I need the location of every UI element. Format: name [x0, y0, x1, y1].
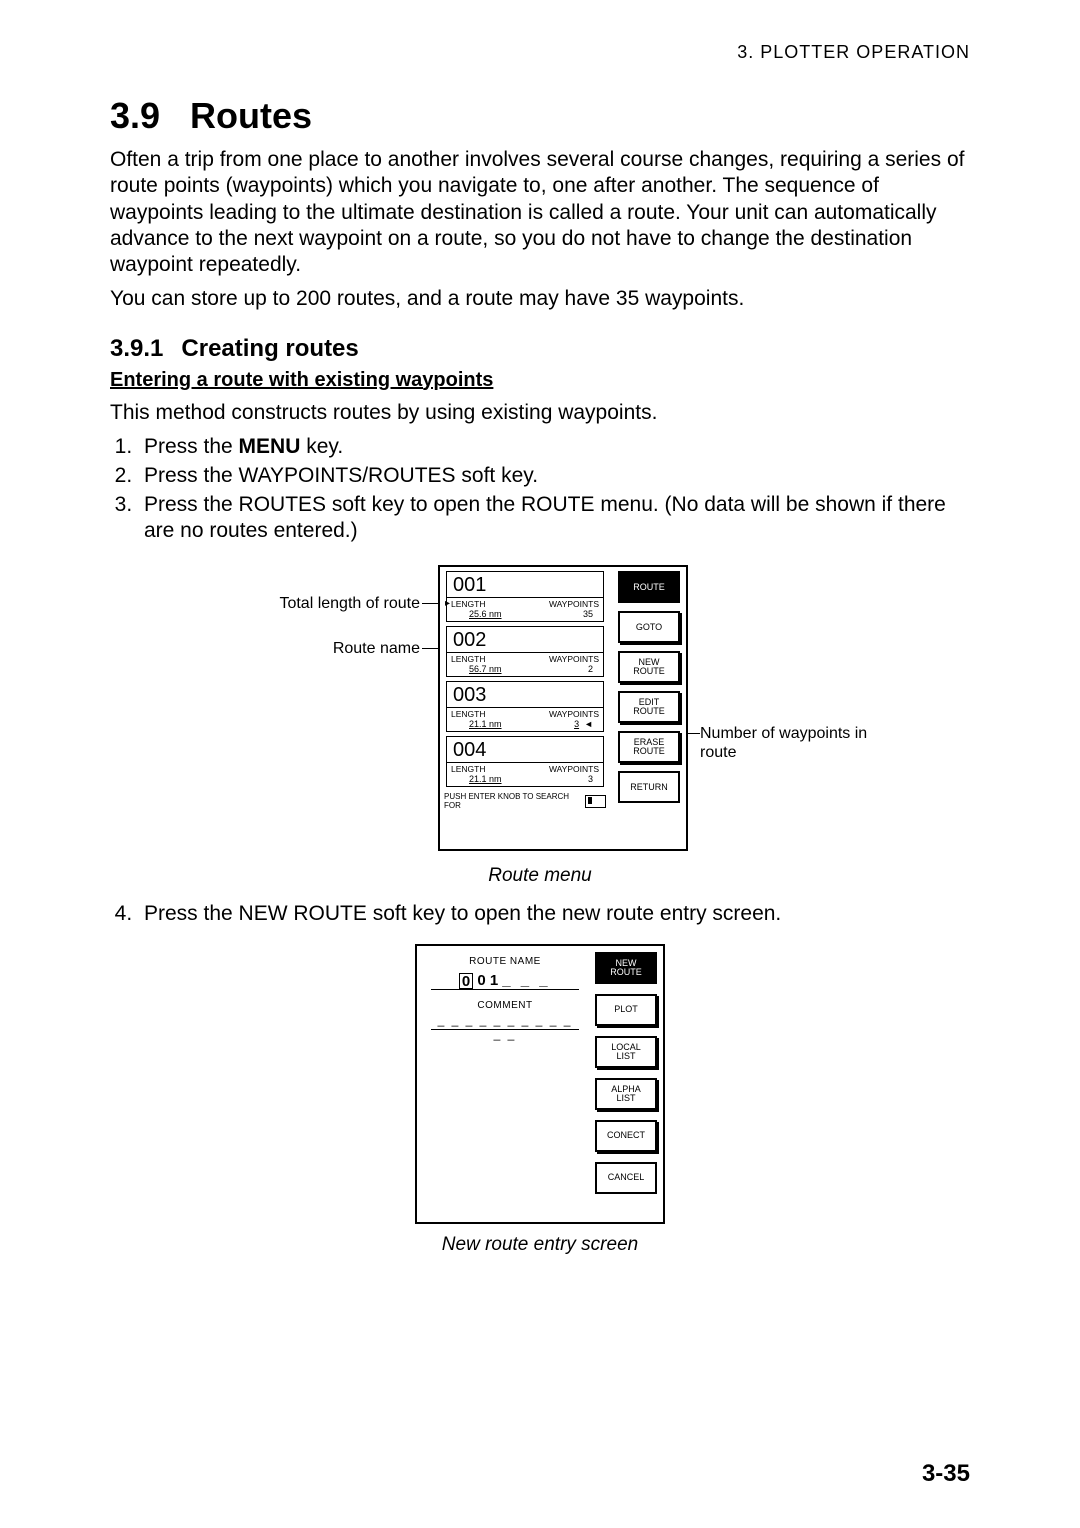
route-card: 003 LENGTH WAYPOINTS 21.1 nm 3 ◄ — [446, 681, 604, 732]
softkey-header-route: ROUTE — [618, 571, 680, 603]
new-route-entry-screen: ROUTE NAME 0 1 _ _ _ COMMENT _ _ _ _ _ _… — [415, 944, 665, 1224]
route-name-input[interactable]: 0 1 _ _ _ — [431, 969, 579, 990]
cursor-icon — [459, 973, 473, 989]
subsection-subhead: Entering a route with existing waypoints — [110, 369, 970, 392]
steps-list-cont: Press the NEW ROUTE soft key to open the… — [110, 901, 970, 928]
step-item: Press the ROUTES soft key to open the RO… — [138, 492, 970, 546]
subsection-number: 3.9.1 — [110, 335, 163, 362]
subsection-title: Creating routes — [181, 335, 358, 362]
softkey-erase-route[interactable]: ERASE ROUTE — [618, 731, 680, 763]
softkey-new-route[interactable]: NEW ROUTE — [618, 651, 680, 683]
subsection-heading: 3.9.1 Creating routes — [110, 335, 970, 363]
step-item: Press the MENU key. — [138, 434, 970, 461]
page-number: 3-35 — [922, 1460, 970, 1488]
route-name-field: 004 — [447, 737, 603, 763]
softkey-local-list[interactable]: LOCAL LIST — [595, 1036, 657, 1068]
route-card: 001 ▸ LENGTH WAYPOINTS 25.6 nm 35 — [446, 571, 604, 622]
softkey-cancel[interactable]: CANCEL — [595, 1162, 657, 1194]
comment-label: COMMENT — [425, 1000, 585, 1011]
softkey-conect[interactable]: CONECT — [595, 1120, 657, 1152]
softkey-plot[interactable]: PLOT — [595, 994, 657, 1026]
route-name-field: 001 — [447, 572, 603, 598]
step-item: Press the NEW ROUTE soft key to open the… — [138, 901, 970, 928]
section-paragraph-1: Often a trip from one place to another i… — [110, 147, 970, 278]
callout-route-name: Route name — [220, 640, 420, 658]
softkey-edit-route[interactable]: EDIT ROUTE — [618, 691, 680, 723]
route-card: 004 LENGTH WAYPOINTS 21.1 nm 3 — [446, 736, 604, 787]
route-name-field: 003 — [447, 682, 603, 708]
route-name-label: ROUTE NAME — [425, 956, 585, 967]
chapter-reference: 3. PLOTTER OPERATION — [737, 42, 970, 63]
section-heading: 3.9 Routes — [110, 95, 970, 137]
section-paragraph-2: You can store up to 200 routes, and a ro… — [110, 286, 970, 312]
cursor-icon — [585, 795, 606, 808]
figure2-caption: New route entry screen — [442, 1234, 638, 1256]
softkey-return[interactable]: RETURN — [618, 771, 680, 803]
route-card: 002 LENGTH WAYPOINTS 56.7 nm 2 — [446, 626, 604, 677]
section-number: 3.9 — [110, 95, 160, 137]
search-hint: PUSH ENTER KNOB TO SEARCH FOR — [440, 789, 610, 813]
figure-new-route-entry: ROUTE NAME 0 1 _ _ _ COMMENT _ _ _ _ _ _… — [110, 934, 970, 1264]
softkey-header-new-route: NEW ROUTE — [595, 952, 657, 984]
route-name-field: 002 — [447, 627, 603, 653]
callout-total-length: Total length of route — [220, 595, 420, 613]
figure-route-menu: Total length of route Route name Number … — [110, 551, 970, 895]
steps-list: Press the MENU key. Press the WAYPOINTS/… — [110, 434, 970, 546]
figure1-caption: Route menu — [488, 865, 592, 887]
pointer-arrow-icon: ▸ — [445, 598, 450, 609]
callout-num-waypoints: Number of waypoints in route — [700, 725, 900, 762]
comment-input[interactable]: _ _ _ _ _ _ _ _ _ _ _ _ — [431, 1013, 579, 1030]
section-title: Routes — [190, 95, 312, 136]
route-menu-screen: 001 ▸ LENGTH WAYPOINTS 25.6 nm 35 002 LE… — [438, 565, 688, 851]
subsection-intro: This method constructs routes by using e… — [110, 400, 970, 426]
step-item: Press the WAYPOINTS/ROUTES soft key. — [138, 463, 970, 490]
softkey-goto[interactable]: GOTO — [618, 611, 680, 643]
softkey-alpha-list[interactable]: ALPHA LIST — [595, 1078, 657, 1110]
